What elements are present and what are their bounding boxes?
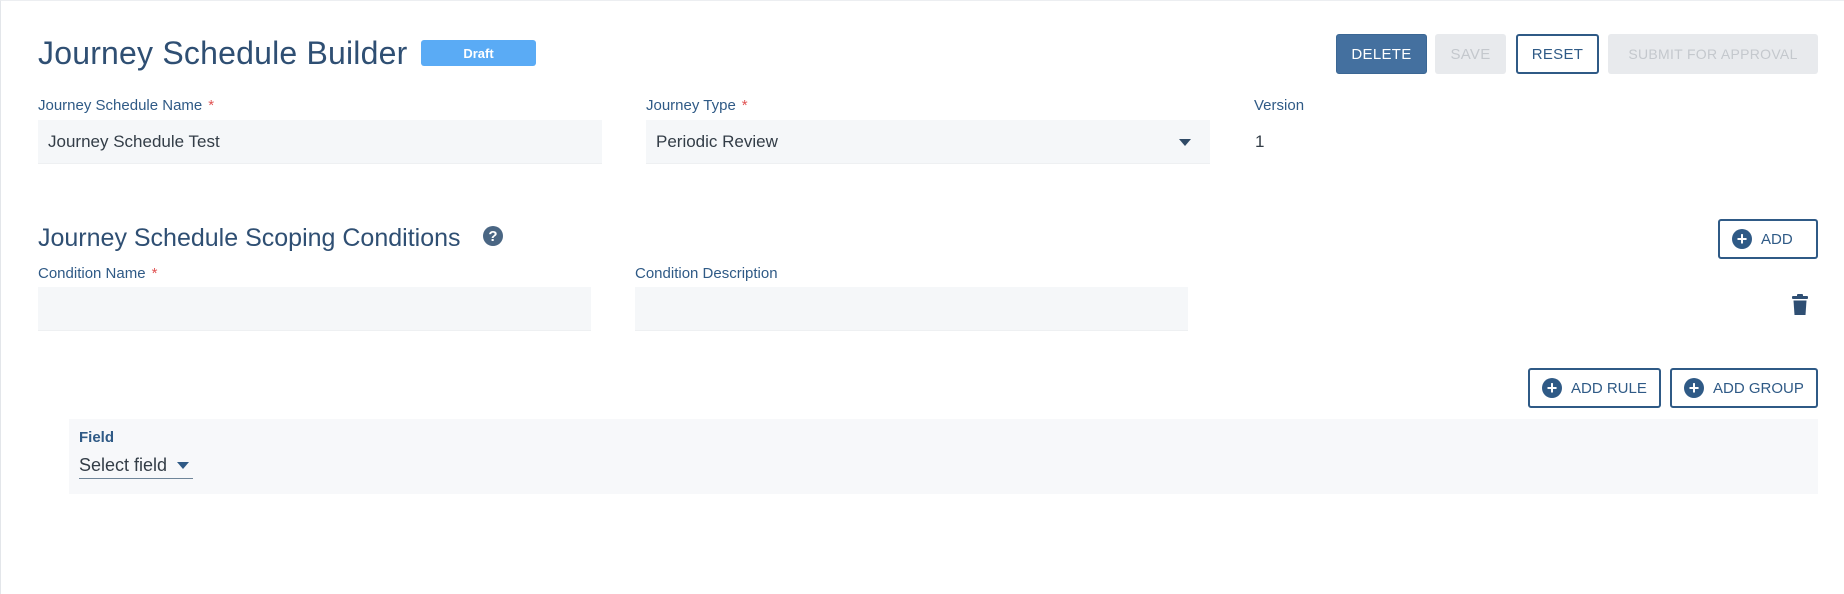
add-group-label: ADD GROUP — [1713, 379, 1804, 397]
add-group-button[interactable]: + ADD GROUP — [1670, 368, 1818, 408]
reset-button[interactable]: RESET — [1516, 34, 1599, 74]
version-label: Version — [1254, 97, 1305, 114]
trash-icon[interactable] — [1790, 294, 1810, 316]
delete-button[interactable]: DELETE — [1336, 34, 1427, 74]
page-title: Journey Schedule Builder — [38, 35, 408, 71]
plus-circle-icon: + — [1732, 229, 1752, 249]
add-condition-button[interactable]: + ADD — [1718, 219, 1818, 259]
question-circle-icon[interactable]: ? — [483, 226, 503, 246]
save-button[interactable]: SAVE — [1435, 34, 1506, 74]
schedule-name-label-text: Journey Schedule Name — [38, 97, 203, 114]
journey-type-value: Periodic Review — [656, 131, 778, 151]
journey-type-select[interactable]: Periodic Review — [646, 120, 1210, 164]
schedule-name-value: Journey Schedule Test — [48, 131, 220, 151]
field-select-value: Select field — [79, 455, 168, 475]
caret-down-icon — [1179, 139, 1191, 146]
add-condition-label: ADD — [1761, 230, 1793, 248]
journey-type-label: Journey Type * — [646, 97, 748, 114]
status-badge: Draft — [421, 40, 536, 66]
version-value: 1 — [1255, 132, 1265, 151]
journey-type-label-text: Journey Type — [646, 97, 736, 114]
section-title: Journey Schedule Scoping Conditions — [38, 224, 461, 252]
schedule-name-label: Journey Schedule Name * — [38, 97, 214, 114]
condition-name-label: Condition Name * — [38, 265, 157, 282]
condition-name-label-text: Condition Name — [38, 265, 146, 282]
required-marker: * — [151, 265, 158, 282]
plus-circle-icon: + — [1684, 378, 1704, 398]
field-label: Field — [79, 429, 115, 446]
add-rule-button[interactable]: + ADD RULE — [1528, 368, 1661, 408]
plus-circle-icon: + — [1542, 378, 1562, 398]
field-select[interactable]: Select field — [79, 453, 193, 479]
required-marker: * — [741, 97, 748, 114]
condition-description-input[interactable] — [635, 287, 1188, 331]
caret-down-icon — [177, 462, 190, 469]
add-rule-label: ADD RULE — [1571, 379, 1647, 397]
rule-panel: Field Select field — [69, 419, 1818, 494]
condition-name-input[interactable] — [38, 287, 591, 331]
required-marker: * — [208, 97, 215, 114]
condition-description-label: Condition Description — [635, 265, 778, 282]
schedule-name-input[interactable]: Journey Schedule Test — [38, 120, 602, 164]
submit-for-approval-button[interactable]: SUBMIT FOR APPROVAL — [1608, 34, 1818, 74]
